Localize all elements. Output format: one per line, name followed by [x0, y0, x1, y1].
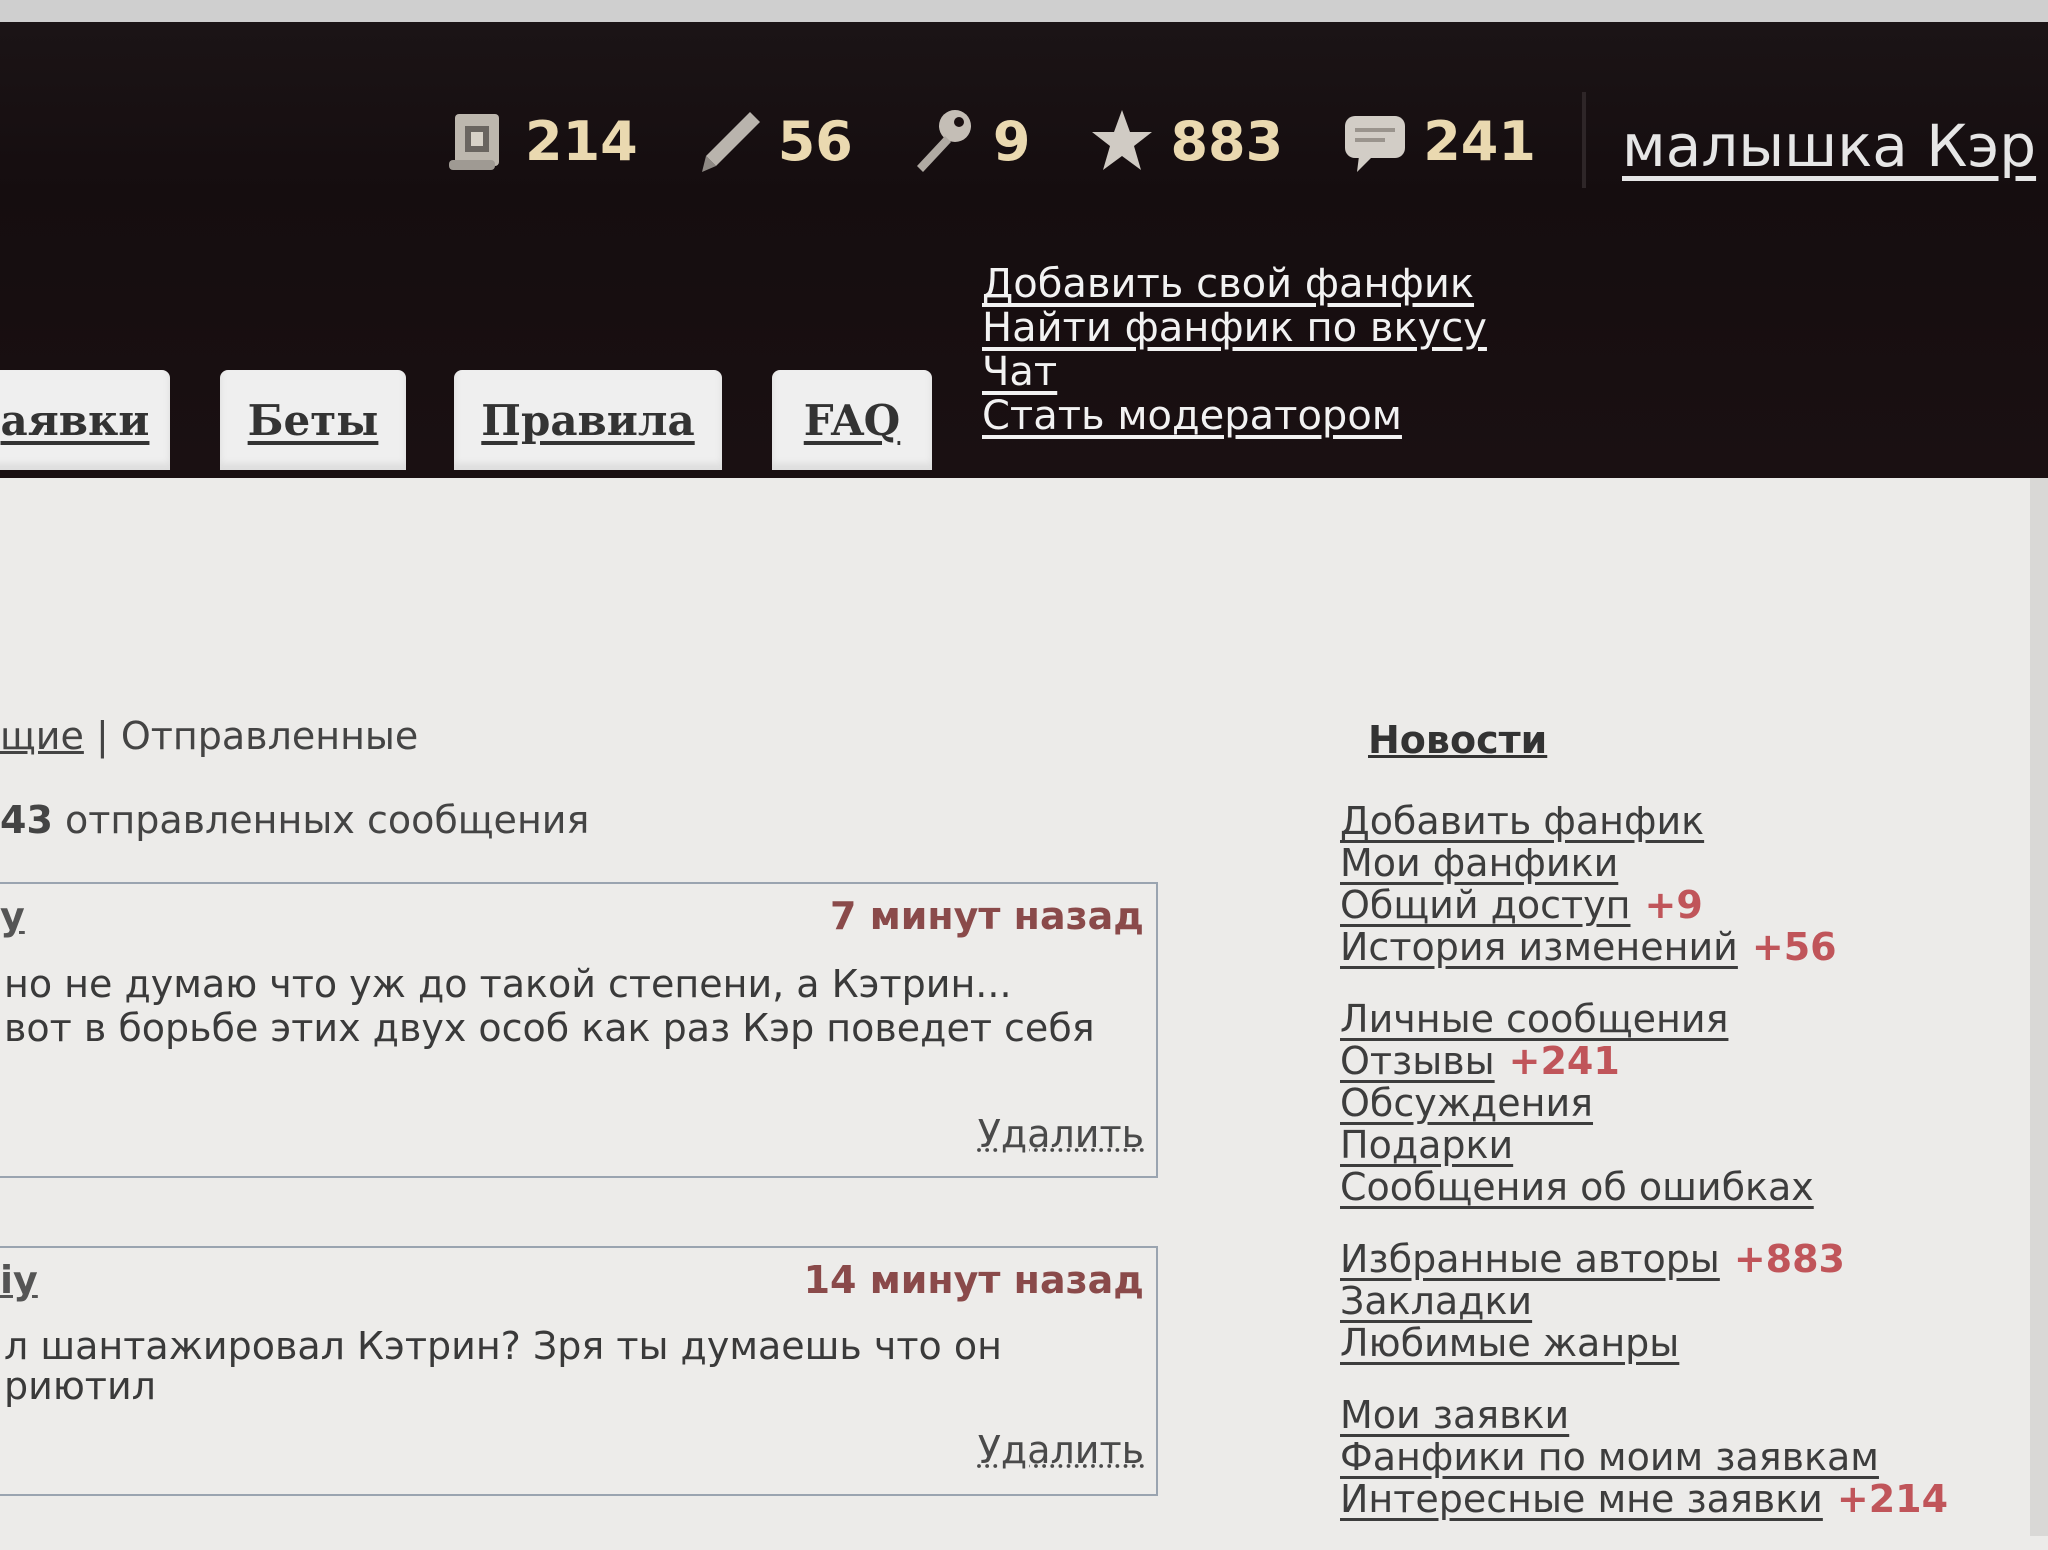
delete-button[interactable]: Удалить: [978, 1428, 1144, 1472]
sidebar-item-badge: +214: [1836, 1477, 1949, 1521]
star-icon: [1092, 110, 1153, 170]
header-links: Добавить свой фанфик Найти фанфик по вку…: [982, 262, 1487, 438]
sidebar-item-discussions[interactable]: Обсуждения: [1340, 1082, 2040, 1124]
user-stats: 214 56 9 883 241: [445, 96, 1596, 186]
tab-requests[interactable]: аявки: [0, 370, 170, 470]
sidebar-item-gifts[interactable]: Подарки: [1340, 1124, 2040, 1166]
stat-edits-value: 56: [777, 109, 853, 173]
message-line: риютил: [4, 1364, 156, 1408]
sidebar-item-add-fanfic[interactable]: Добавить фанфик: [1340, 800, 2040, 842]
tab-faq[interactable]: FAQ: [772, 370, 932, 470]
sidebar-item-label: Обсуждения: [1340, 1081, 1594, 1125]
messages-nav: щие | Отправленные: [0, 714, 418, 758]
message-card: у 7 минут назад но не думаю что уж до та…: [0, 882, 1158, 1178]
message-line: но не думаю что уж до такой степени, а К…: [4, 962, 1012, 1006]
pencil-icon: [701, 112, 760, 172]
delete-button[interactable]: Удалить: [978, 1112, 1144, 1156]
sent-link[interactable]: Отправленные: [121, 714, 418, 758]
sidebar-item-label: Фанфики по моим заявкам: [1340, 1435, 1879, 1479]
sidebar-item-label: Мои фанфики: [1340, 841, 1619, 885]
browser-strip: [0, 0, 2048, 22]
messages-count-text: отправленных сообщения: [64, 798, 590, 842]
sidebar-item-badge: +241: [1508, 1039, 1620, 1083]
sidebar-item-badge: +883: [1733, 1237, 1845, 1281]
request-scroll-icon: [449, 114, 499, 170]
sidebar-item-badge: +9: [1644, 883, 1703, 927]
sidebar-item-badge: +56: [1751, 925, 1837, 969]
tab-rules[interactable]: Правила: [454, 370, 722, 470]
sidebar-item-label: Избранные авторы: [1340, 1237, 1720, 1281]
stat-reviews-value: 241: [1423, 109, 1536, 173]
stat-edits[interactable]: 56: [698, 106, 853, 176]
page-right-edge: [2030, 478, 2048, 1536]
message-line: вот в борьбе этих двух особ как раз Кэр …: [4, 1006, 1095, 1050]
sidebar-item-label: Любимые жанры: [1340, 1321, 1680, 1365]
stat-requests-value: 214: [525, 109, 638, 173]
sidebar-item-label: Общий доступ: [1340, 883, 1631, 927]
sidebar-item-label: Мои заявки: [1340, 1393, 1570, 1437]
sidebar-group-fanfics: Добавить фанфик Мои фанфики Общий доступ…: [1340, 800, 2040, 968]
sidebar-item-label: Личные сообщения: [1340, 997, 1729, 1041]
sidebar-item-private-messages[interactable]: Личные сообщения: [1340, 998, 2040, 1040]
stat-access[interactable]: 9: [913, 106, 1031, 176]
inbox-link[interactable]: щие: [0, 714, 84, 758]
sidebar-group-requests: Мои заявки Фанфики по моим заявкам Интер…: [1340, 1394, 2040, 1520]
message-user[interactable]: iy: [0, 1258, 38, 1302]
chat-link[interactable]: Чат: [982, 350, 1487, 394]
sidebar-item-label: Отзывы: [1340, 1039, 1495, 1083]
message-text: но не думаю что уж до такой степени, а К…: [4, 962, 1095, 1050]
sidebar-item-error-reports[interactable]: Сообщения об ошибках: [1340, 1166, 2040, 1208]
message-time: 7 минут назад: [830, 894, 1144, 938]
become-moderator-link[interactable]: Стать модератором: [982, 394, 1487, 438]
messages-count: 43 отправленных сообщения: [0, 798, 589, 842]
sidebar-item-favorite-authors[interactable]: Избранные авторы +883: [1340, 1238, 2040, 1280]
message-time: 14 минут назад: [803, 1258, 1144, 1302]
speech-bubble-icon: [1345, 116, 1406, 172]
sidebar-item-favorite-genres[interactable]: Любимые жанры: [1340, 1322, 2040, 1364]
message-text: л шантажировал Кэтрин? Зря ты думаешь чт…: [4, 1326, 1002, 1406]
news-link[interactable]: Новости: [1368, 718, 2040, 762]
message-line: л шантажировал Кэтрин? Зря ты думаешь чт…: [4, 1324, 1002, 1368]
stat-reviews[interactable]: 241: [1343, 106, 1536, 176]
sidebar-item-shared-access[interactable]: Общий доступ +9: [1340, 884, 2040, 926]
sidebar-group-communication: Личные сообщения Отзывы +241 Обсуждения П…: [1340, 998, 2040, 1208]
stat-requests[interactable]: 214: [445, 106, 638, 176]
sidebar-item-reviews[interactable]: Отзывы +241: [1340, 1040, 2040, 1082]
nav-separator: |: [95, 714, 109, 758]
sidebar-item-label: Сообщения об ошибках: [1340, 1165, 1814, 1209]
stat-access-value: 9: [992, 109, 1031, 173]
sidebar-item-bookmarks[interactable]: Закладки: [1340, 1280, 2040, 1322]
key-icon: [916, 110, 971, 172]
sidebar-item-my-fanfics[interactable]: Мои фанфики: [1340, 842, 2040, 884]
stat-favorites-value: 883: [1170, 109, 1284, 173]
sidebar-menu: Новости Добавить фанфик Мои фанфики Общи…: [1340, 718, 2040, 1550]
messages-count-number: 43: [0, 798, 53, 842]
top-header: 214 56 9 883 241 малышка Кэр Добавить св…: [0, 0, 2048, 478]
username-link[interactable]: малышка Кэр: [1622, 112, 2036, 180]
message-card: iy 14 минут назад л шантажировал Кэтрин?…: [0, 1246, 1158, 1496]
header-divider: [1582, 92, 1586, 188]
sidebar-item-label: Интересные мне заявки: [1340, 1477, 1823, 1521]
message-user[interactable]: у: [0, 894, 25, 938]
sidebar-item-label: Подарки: [1340, 1123, 1514, 1167]
stat-favorites[interactable]: 883: [1090, 106, 1283, 176]
tab-betas[interactable]: Беты: [220, 370, 406, 470]
sidebar-item-interesting-requests[interactable]: Интересные мне заявки +214: [1340, 1478, 2040, 1520]
sidebar-item-label: Закладки: [1340, 1279, 1533, 1323]
sidebar-item-label: История изменений: [1340, 925, 1738, 969]
sidebar-item-label: Добавить фанфик: [1340, 799, 1705, 843]
sidebar-group-favorites: Избранные авторы +883 Закладки Любимые жа…: [1340, 1238, 2040, 1364]
sidebar-item-fanfics-by-requests[interactable]: Фанфики по моим заявкам: [1340, 1436, 2040, 1478]
sidebar-item-my-requests[interactable]: Мои заявки: [1340, 1394, 2040, 1436]
add-fanfic-link[interactable]: Добавить свой фанфик: [982, 262, 1487, 306]
find-fanfic-link[interactable]: Найти фанфик по вкусу: [982, 306, 1487, 350]
sidebar-item-change-history[interactable]: История изменений +56: [1340, 926, 2040, 968]
